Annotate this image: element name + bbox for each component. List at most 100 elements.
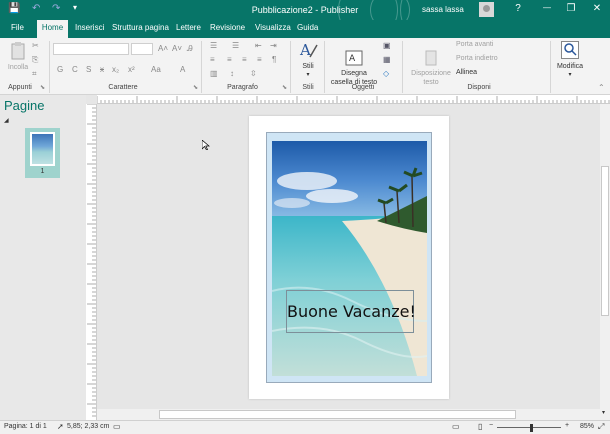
tab-revisione[interactable]: Revisione [210, 23, 245, 32]
line-spacing-icon[interactable]: ↕ [230, 69, 234, 78]
zoom-slider-knob[interactable] [529, 424, 533, 432]
font-color-button[interactable]: A [180, 65, 185, 74]
tab-lettere[interactable]: Lettere [176, 23, 201, 32]
fit-page-icon[interactable]: ⤢ [598, 422, 604, 432]
separator [324, 41, 325, 93]
ribbon-tabs: File Home Inserisci Struttura pagina Let… [0, 20, 610, 38]
horizontal-ruler[interactable] [97, 95, 610, 104]
user-name[interactable]: sassa lassa [422, 5, 464, 14]
group-label-carattere: Carattere [108, 84, 138, 91]
increase-indent-icon[interactable]: ⇥ [270, 41, 277, 50]
strikethrough-button[interactable]: x [100, 65, 104, 74]
format-painter-icon[interactable]: ⌗ [32, 69, 37, 79]
avatar[interactable] [479, 2, 494, 17]
paste-button[interactable]: Incolla [4, 42, 32, 72]
tab-home[interactable]: Home [37, 20, 68, 38]
tab-struttura-pagina[interactable]: Struttura pagina [112, 23, 169, 32]
two-page-view-icon[interactable]: ▯ [478, 422, 482, 431]
pages-pane-title: Pagine [4, 98, 45, 113]
status-bar: Pagina: 1 di 1 ➚ 5,85; 2,33 cm ▭ ▭ ▯ − +… [0, 420, 610, 434]
picture-icon[interactable]: ▣ [383, 41, 391, 50]
shrink-font-button[interactable]: A˅ [172, 44, 182, 53]
align-center-icon[interactable]: ≡ [227, 55, 232, 64]
styles-icon: A [299, 41, 318, 59]
tab-visualizza[interactable]: Visualizza [255, 23, 291, 32]
caption-text[interactable]: Buone Vacanze! [287, 302, 416, 321]
subscript-button[interactable]: x₂ [112, 65, 119, 74]
separator [201, 41, 202, 93]
zoom-in-icon[interactable]: + [565, 422, 569, 429]
textbox-icon: A [345, 50, 363, 66]
collapse-ribbon-icon[interactable]: ⌃ [598, 83, 605, 92]
workspace[interactable]: Buone Vacanze! [97, 105, 600, 409]
table-icon[interactable]: ▦ [383, 55, 391, 64]
decrease-indent-icon[interactable]: ⇤ [255, 41, 262, 50]
svg-text:A: A [299, 41, 311, 59]
appunti-launcher-icon[interactable]: ⬊ [40, 84, 45, 91]
send-backward-button[interactable]: Porta indietro [456, 55, 498, 62]
bring-forward-label: Porta avanti [456, 41, 494, 48]
group-label-appunti: Appunti [8, 84, 32, 91]
font-size-dropdown[interactable] [131, 43, 153, 55]
copy-icon[interactable]: ⎘ [32, 55, 38, 65]
ribbon: Incolla ✂ ⎘ ⌗ Appunti ⬊ A˄ A˅ Ꭿ G C S x … [0, 38, 610, 95]
carattere-launcher-icon[interactable]: ⬊ [193, 84, 198, 91]
cut-icon[interactable]: ✂ [32, 41, 39, 50]
shapes-icon[interactable]: ◇ [383, 69, 389, 78]
chevron-down-icon: ▾ [306, 72, 310, 78]
pilcrow-button[interactable]: ¶ [272, 55, 276, 64]
font-name-dropdown[interactable] [53, 43, 129, 55]
minimize-button[interactable]: — [540, 3, 554, 12]
single-page-view-icon[interactable]: ▭ [452, 422, 460, 431]
beach-photo[interactable] [272, 141, 427, 376]
horizontal-scroll-thumb[interactable] [159, 410, 516, 419]
vertical-scrollbar[interactable]: ▾ [600, 104, 610, 420]
vertical-ruler[interactable] [86, 104, 97, 420]
page-number: 1 [40, 168, 45, 175]
align-label: Allinea [456, 69, 478, 76]
group-label-disponi: Disponi [467, 84, 491, 91]
scroll-down-icon[interactable]: ▾ [602, 409, 605, 416]
page-indicator[interactable]: Pagina: 1 di 1 [4, 423, 47, 430]
tab-file[interactable]: File [11, 23, 24, 32]
tab-inserisci[interactable]: Inserisci [75, 23, 104, 32]
chevron-down-icon: ▾ [568, 72, 572, 78]
zoom-level[interactable]: 85% [580, 423, 594, 430]
paragrafo-launcher-icon[interactable]: ⬊ [282, 84, 287, 91]
ruler-corner [86, 95, 97, 104]
clear-formatting-button[interactable]: Ꭿ [187, 44, 193, 54]
group-label-stili: Stili [302, 84, 314, 91]
align-left-icon[interactable]: ≡ [210, 55, 215, 64]
bullets-icon[interactable]: ☰ [210, 41, 217, 50]
editing-button[interactable]: Modifica ▾ [553, 41, 587, 80]
zoom-out-icon[interactable]: − [489, 422, 493, 429]
superscript-button[interactable]: x² [128, 65, 135, 74]
align-button[interactable]: Allinea [456, 69, 477, 76]
numbering-icon[interactable]: ☰ [232, 41, 239, 50]
restore-button[interactable]: ❐ [564, 3, 578, 14]
help-icon[interactable]: ? [511, 3, 525, 14]
thumbnail-image [32, 134, 53, 164]
cursor-position: 5,85; 2,33 cm [67, 423, 110, 430]
bring-forward-button[interactable]: Porta avanti [456, 41, 493, 48]
bold-button[interactable]: G [57, 65, 63, 74]
horizontal-scrollbar[interactable] [97, 409, 600, 420]
underline-button[interactable]: S [86, 65, 91, 74]
caption-textbox[interactable]: Buone Vacanze! [286, 290, 416, 333]
collapse-icon[interactable]: ◢ [4, 117, 9, 124]
tab-guida[interactable]: Guida [297, 23, 318, 32]
grow-font-button[interactable]: A˄ [158, 44, 168, 53]
search-icon [561, 41, 579, 59]
columns-icon[interactable]: ▥ [210, 69, 218, 78]
close-button[interactable]: ✕ [590, 3, 604, 14]
styles-button[interactable]: A Stili ▾ [293, 41, 323, 80]
justify-icon[interactable]: ≡ [257, 55, 262, 64]
change-case-button[interactable]: Aa [151, 65, 161, 74]
paragraph-spacing-icon[interactable]: ⇳ [250, 69, 257, 78]
paste-label: Incolla [7, 64, 29, 71]
send-backward-label: Porta indietro [456, 55, 498, 62]
italic-button[interactable]: C [72, 65, 78, 74]
align-right-icon[interactable]: ≡ [242, 55, 247, 64]
vertical-scroll-thumb[interactable] [601, 166, 609, 316]
page-thumbnail[interactable]: 1 [25, 128, 60, 178]
